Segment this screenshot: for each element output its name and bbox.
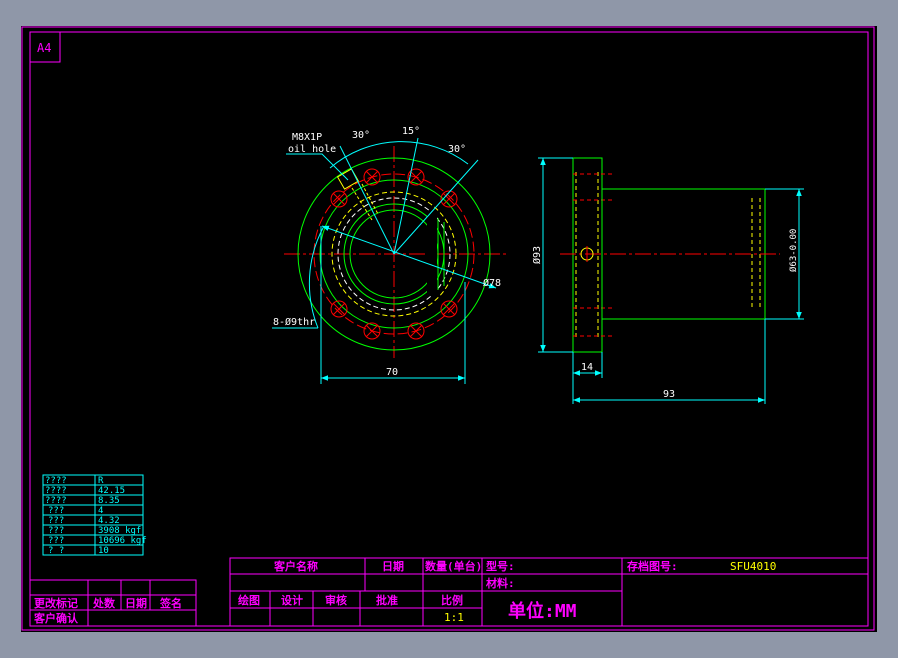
tb-customer-name: 客户名称 — [273, 559, 318, 573]
param-val: 10696 kgf — [98, 536, 147, 546]
param-val: 3908 kgf — [98, 526, 141, 536]
angle-left-label: 30° — [352, 130, 370, 141]
oil-hole-label: oil hole — [288, 144, 336, 155]
angle-right-label: 30° — [448, 144, 466, 155]
body-dia-label: Ø63-0.00 — [788, 229, 799, 272]
angle-top-label: 15° — [402, 126, 420, 137]
tb-scale-value: 1:1 — [444, 611, 464, 624]
param-val: 4.32 — [98, 516, 120, 526]
rev-change-mark: 更改标记 — [34, 596, 78, 610]
paper — [21, 26, 877, 632]
tb-scale: 比例 — [441, 593, 463, 607]
tb-archive-no: 存档图号: — [627, 559, 678, 573]
flange-thk-label: 14 — [581, 362, 593, 373]
param-key: ??? — [48, 506, 64, 516]
thread-label: M8X1P — [292, 132, 322, 143]
tb-qty: 数量(单台) — [425, 559, 482, 573]
holes-label: 8-Ø9thr — [273, 316, 315, 328]
tb-date: 日期 — [382, 559, 404, 573]
rev-place: 处数 — [92, 596, 116, 610]
param-key: ??? — [48, 536, 64, 546]
param-key: ??? — [48, 516, 64, 526]
param-key: ???? — [45, 486, 67, 496]
tb-approve: 批准 — [376, 593, 398, 607]
rev-date: 日期 — [125, 596, 147, 610]
rev-signature: 签名 — [159, 596, 182, 610]
tb-drawn: 绘图 — [238, 593, 260, 607]
tb-unit: 单位:MM — [508, 600, 577, 622]
param-key: ??? — [48, 526, 64, 536]
param-val: 42.15 — [98, 486, 125, 496]
param-key: ???? — [45, 476, 67, 486]
tb-design: 设计 — [281, 593, 303, 607]
flange-dia-label: Ø93 — [531, 246, 543, 264]
tb-review: 审核 — [325, 593, 347, 607]
param-val: 10 — [98, 546, 109, 556]
param-key: ? ? — [48, 546, 64, 556]
param-val: R — [98, 476, 104, 486]
tb-model: 型号: — [486, 559, 515, 573]
overall-len-label: 93 — [663, 389, 675, 400]
size-label: A4 — [37, 41, 51, 55]
tb-archive-value: SFU4010 — [730, 560, 776, 573]
rev-customer-confirm: 客户确认 — [33, 611, 79, 625]
bolt-circle-dia-label: Ø78 — [483, 277, 501, 289]
drawing-sheet: A4 M8X1P oil hole 30° 15° 30° Ø78 8-Ø9th… — [21, 26, 877, 632]
param-val: 8.35 — [98, 496, 120, 506]
tb-material: 材料: — [486, 576, 515, 590]
param-key: ???? — [45, 496, 67, 506]
param-val: 4 — [98, 506, 103, 516]
width-dim-label: 70 — [386, 367, 398, 378]
